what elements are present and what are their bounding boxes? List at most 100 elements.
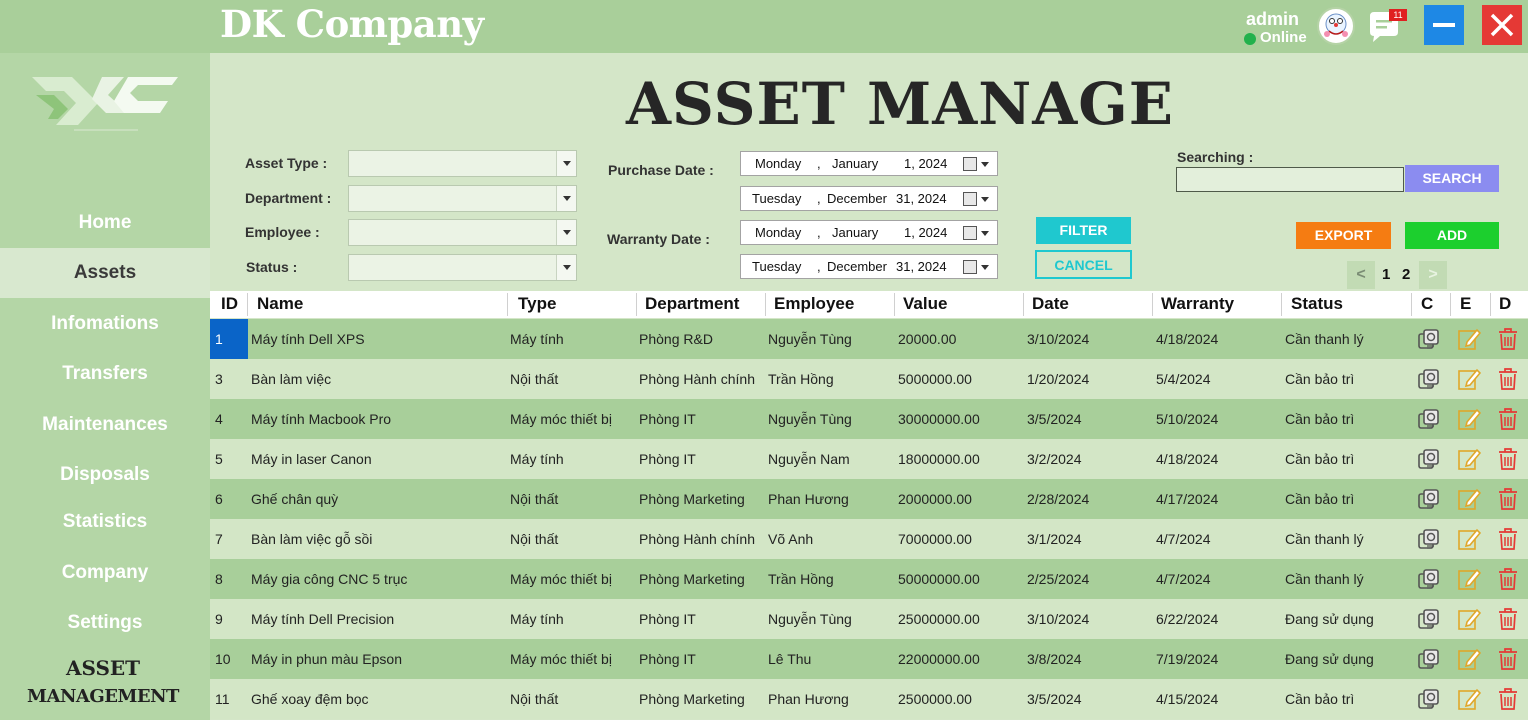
minimize-button[interactable] bbox=[1424, 5, 1464, 45]
sidebar-item-disposals[interactable]: Disposals bbox=[0, 450, 210, 500]
avatar[interactable] bbox=[1317, 7, 1355, 45]
sidebar-item-maintenances[interactable]: Maintenances bbox=[0, 400, 210, 450]
trash-icon[interactable] bbox=[1497, 367, 1519, 391]
next-page-button[interactable]: > bbox=[1419, 261, 1447, 289]
search-button[interactable]: SEARCH bbox=[1405, 165, 1499, 192]
edit-icon[interactable] bbox=[1457, 647, 1482, 671]
asset-type-select[interactable] bbox=[348, 150, 577, 177]
calendar-icon[interactable] bbox=[963, 157, 977, 171]
column-header-warranty[interactable]: Warranty bbox=[1161, 294, 1234, 314]
table-row[interactable]: 11 Ghế xoay đệm bọc Nội thất Phòng Marketin… bbox=[210, 679, 1528, 719]
column-header-edit[interactable]: E bbox=[1460, 294, 1471, 314]
copy-icon[interactable] bbox=[1418, 448, 1442, 470]
column-header-date[interactable]: Date bbox=[1032, 294, 1069, 314]
table-row[interactable]: 6 Ghế chân quỳ Nội thất Phòng Marketing Phan… bbox=[210, 479, 1528, 519]
table-row[interactable]: 7 Bàn làm việc gỗ sồi Nội thất Phòng Hành c… bbox=[210, 519, 1528, 559]
purchase-date-to-picker[interactable]: Tuesday , December 31, 2024 bbox=[740, 186, 998, 211]
chevron-down-icon[interactable] bbox=[981, 231, 989, 236]
table-row[interactable]: 8 Máy gia công CNC 5 trục Máy móc thiết bị… bbox=[210, 559, 1528, 599]
filter-button[interactable]: FILTER bbox=[1036, 217, 1131, 244]
column-header-department[interactable]: Department bbox=[645, 294, 739, 314]
department-select[interactable] bbox=[348, 185, 577, 212]
warranty-date-from-picker[interactable]: Monday , January 1, 2024 bbox=[740, 220, 998, 245]
column-header-value[interactable]: Value bbox=[903, 294, 947, 314]
table-row[interactable]: 4 Máy tính Macbook Pro Máy móc thiết bị Phò… bbox=[210, 399, 1528, 439]
calendar-icon[interactable] bbox=[963, 260, 977, 274]
purchase-date-from-picker[interactable]: Monday , January 1, 2024 bbox=[740, 151, 998, 176]
table-row[interactable]: 3 Bàn làm việc Nội thất Phòng Hành chính Trầ… bbox=[210, 359, 1528, 399]
search-input[interactable] bbox=[1176, 167, 1404, 192]
edit-icon[interactable] bbox=[1457, 567, 1482, 591]
add-button[interactable]: ADD bbox=[1405, 222, 1499, 249]
copy-icon[interactable] bbox=[1418, 488, 1442, 510]
copy-icon[interactable] bbox=[1418, 648, 1442, 670]
page-1[interactable]: 1 bbox=[1382, 266, 1390, 283]
sidebar-item-assets[interactable]: Assets bbox=[0, 248, 210, 298]
export-button[interactable]: EXPORT bbox=[1296, 222, 1391, 249]
cell-type: Nội thất bbox=[510, 531, 559, 547]
trash-icon[interactable] bbox=[1497, 527, 1519, 551]
cell-department: Phòng Marketing bbox=[639, 571, 745, 587]
chevron-down-icon[interactable] bbox=[556, 186, 576, 211]
previous-page-button[interactable]: < bbox=[1347, 261, 1375, 289]
edit-icon[interactable] bbox=[1457, 687, 1482, 711]
edit-icon[interactable] bbox=[1457, 367, 1482, 391]
chevron-down-icon[interactable] bbox=[556, 151, 576, 176]
trash-icon[interactable] bbox=[1497, 647, 1519, 671]
edit-icon[interactable] bbox=[1457, 447, 1482, 471]
employee-select[interactable] bbox=[348, 219, 577, 246]
trash-icon[interactable] bbox=[1497, 687, 1519, 711]
edit-icon[interactable] bbox=[1457, 607, 1482, 631]
column-header-name[interactable]: Name bbox=[257, 294, 303, 314]
sidebar-item-transfers[interactable]: Transfers bbox=[0, 349, 210, 399]
calendar-icon[interactable] bbox=[963, 226, 977, 240]
table-row[interactable]: 10 Máy in phun màu Epson Máy móc thiết bị P… bbox=[210, 639, 1528, 679]
edit-icon[interactable] bbox=[1457, 327, 1482, 351]
chevron-down-icon[interactable] bbox=[556, 220, 576, 245]
chevron-down-icon[interactable] bbox=[981, 162, 989, 167]
table-row[interactable]: 1 Máy tính Dell XPS Máy tính Phòng R&D Nguyễ… bbox=[210, 319, 1528, 359]
selected-cell[interactable]: 1 bbox=[210, 319, 248, 359]
sidebar-item-home[interactable]: Home bbox=[0, 198, 210, 248]
trash-icon[interactable] bbox=[1497, 487, 1519, 511]
trash-icon[interactable] bbox=[1497, 567, 1519, 591]
copy-icon[interactable] bbox=[1418, 688, 1442, 710]
trash-icon[interactable] bbox=[1497, 407, 1519, 431]
sidebar-item-infomations[interactable]: Infomations bbox=[0, 299, 210, 349]
chevron-down-icon[interactable] bbox=[981, 265, 989, 270]
sidebar-item-company[interactable]: Company bbox=[0, 548, 210, 598]
warranty-date-to-picker[interactable]: Tuesday , December 31, 2024 bbox=[740, 254, 998, 279]
table-row[interactable]: 5 Máy in laser Canon Máy tính Phòng IT Nguyễ… bbox=[210, 439, 1528, 479]
cancel-button[interactable]: CANCEL bbox=[1035, 250, 1132, 279]
cell-department: Phòng IT bbox=[639, 651, 696, 667]
cell-employee: Nguyễn Tùng bbox=[768, 611, 852, 627]
copy-icon[interactable] bbox=[1418, 328, 1442, 350]
trash-icon[interactable] bbox=[1497, 447, 1519, 471]
status-select[interactable] bbox=[348, 254, 577, 281]
cell-employee: Trần Hồng bbox=[768, 571, 834, 587]
trash-icon[interactable] bbox=[1497, 607, 1519, 631]
copy-icon[interactable] bbox=[1418, 568, 1442, 590]
copy-icon[interactable] bbox=[1418, 608, 1442, 630]
chevron-down-icon[interactable] bbox=[981, 197, 989, 202]
sidebar-item-settings[interactable]: Settings bbox=[0, 598, 210, 648]
trash-icon[interactable] bbox=[1497, 327, 1519, 351]
sidebar-item-statistics[interactable]: Statistics bbox=[0, 497, 210, 547]
column-header-copy[interactable]: C bbox=[1421, 294, 1433, 314]
column-header-status[interactable]: Status bbox=[1291, 294, 1343, 314]
edit-icon[interactable] bbox=[1457, 407, 1482, 431]
close-button[interactable] bbox=[1482, 5, 1522, 45]
table-row[interactable]: 9 Máy tính Dell Precision Máy tính Phòng IT… bbox=[210, 599, 1528, 639]
copy-icon[interactable] bbox=[1418, 408, 1442, 430]
copy-icon[interactable] bbox=[1418, 368, 1442, 390]
edit-icon[interactable] bbox=[1457, 527, 1482, 551]
edit-icon[interactable] bbox=[1457, 487, 1482, 511]
page-2[interactable]: 2 bbox=[1402, 266, 1410, 283]
chevron-down-icon[interactable] bbox=[556, 255, 576, 280]
column-header-type[interactable]: Type bbox=[518, 294, 556, 314]
copy-icon[interactable] bbox=[1418, 528, 1442, 550]
column-header-delete[interactable]: D bbox=[1499, 294, 1511, 314]
calendar-icon[interactable] bbox=[963, 192, 977, 206]
column-header-employee[interactable]: Employee bbox=[774, 294, 854, 314]
column-header-id[interactable]: ID bbox=[221, 294, 238, 314]
